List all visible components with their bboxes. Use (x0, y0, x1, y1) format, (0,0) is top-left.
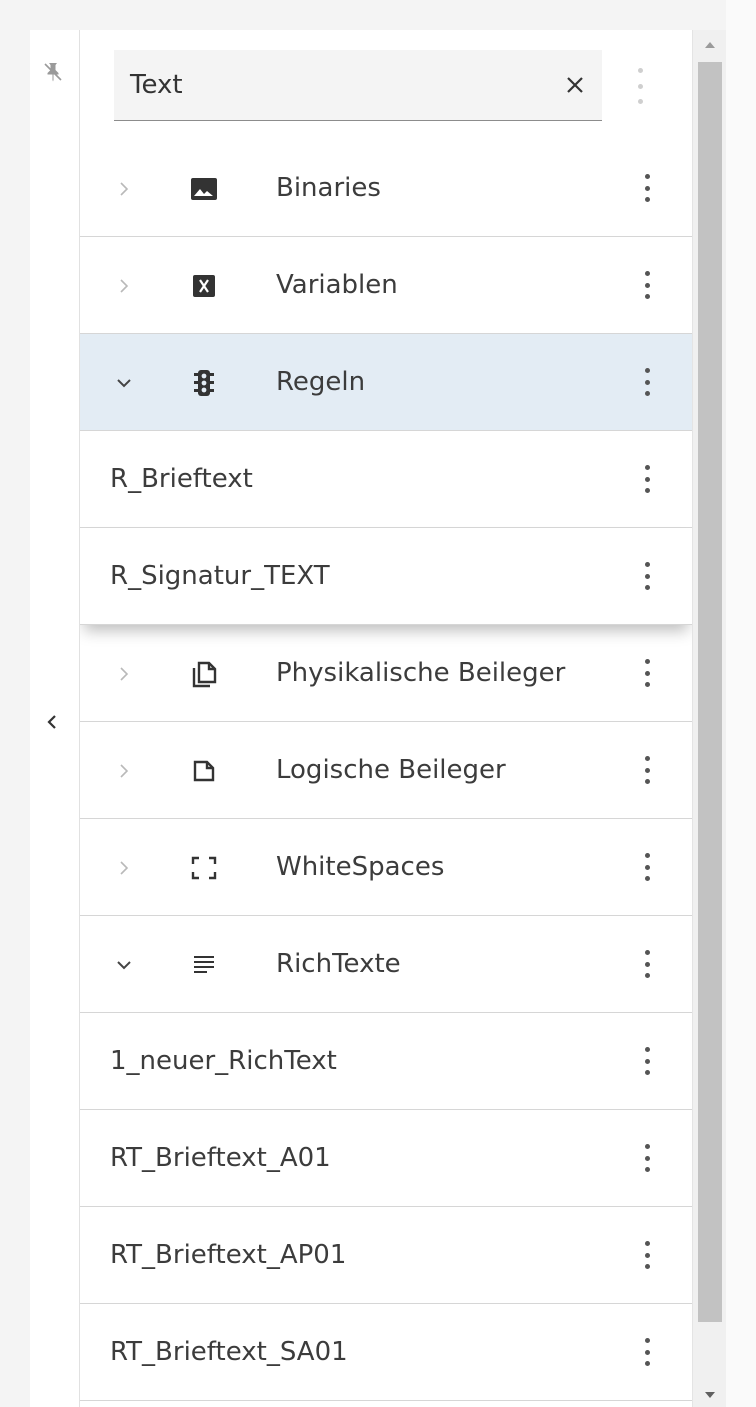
more-options-icon[interactable] (642, 271, 652, 299)
unpin-icon[interactable] (41, 60, 65, 84)
more-options-icon[interactable] (642, 562, 652, 590)
tree-child-label: 1_neuer_RichText (110, 1046, 337, 1076)
more-options-icon[interactable] (642, 1241, 652, 1269)
more-options-icon[interactable] (642, 1047, 652, 1075)
tree-child-item[interactable]: RT_Brieftext_AP01 (80, 1207, 692, 1304)
chevron-right-icon[interactable] (114, 625, 134, 722)
tree-child-label: RT_Brieftext_A01 (110, 1143, 331, 1173)
more-options-icon[interactable] (642, 368, 652, 396)
variable-icon (188, 237, 220, 334)
chevron-right-icon[interactable] (114, 819, 134, 916)
tree-child-label: RT_Brieftext_AP01 (110, 1240, 347, 1270)
navigation-panel: Text Binaries Variablen Regeln R_Brieftext R… (30, 30, 727, 1407)
chevron-right-icon[interactable] (114, 722, 134, 819)
tree-item[interactable]: Variablen (80, 237, 692, 334)
more-options-icon[interactable] (642, 465, 652, 493)
text-lines-icon (188, 916, 220, 1013)
search-input[interactable]: Text (130, 50, 183, 120)
tree-child-item[interactable]: R_Brieftext (80, 431, 692, 528)
tree-item[interactable]: WhiteSpaces (80, 819, 692, 916)
more-options-icon[interactable] (642, 1144, 652, 1172)
document-icon (188, 722, 220, 819)
copy-document-icon (188, 625, 220, 722)
chevron-right-icon[interactable] (114, 237, 134, 334)
chevron-right-icon[interactable] (114, 140, 134, 237)
scrollbar-thumb[interactable] (698, 62, 722, 1322)
image-icon (188, 140, 220, 237)
tree-child-item[interactable]: R_Signatur_TEXT (80, 528, 692, 625)
more-options-icon[interactable] (642, 950, 652, 978)
search-more-icon[interactable] (635, 68, 645, 104)
tree-child-item[interactable]: RT_Brieftext_A01 (80, 1110, 692, 1207)
tree-item-label: Variablen (276, 270, 398, 300)
tree-child-label: RT_Brieftext_SA01 (110, 1337, 348, 1367)
more-options-icon[interactable] (642, 659, 652, 687)
more-options-icon[interactable] (642, 174, 652, 202)
tree-item-label: WhiteSpaces (276, 852, 445, 882)
scrollbar[interactable] (692, 30, 727, 1407)
tree-item[interactable]: Logische Beileger (80, 722, 692, 819)
tree-item-label: Physikalische Beileger (276, 658, 566, 688)
tree-content: Text Binaries Variablen Regeln R_Brieftext R… (80, 30, 692, 1407)
side-rail (30, 30, 80, 1407)
traffic-light-icon (188, 334, 220, 431)
tree-child-item[interactable]: 1_neuer_RichText (80, 1013, 692, 1110)
search-field[interactable]: Text (114, 50, 602, 121)
tree-item-label: RichTexte (276, 949, 401, 979)
tree-item[interactable]: Binaries (80, 140, 692, 237)
chevron-down-icon[interactable] (114, 334, 134, 431)
tree-child-label: R_Signatur_TEXT (110, 561, 330, 591)
tree-child-label: R_Brieftext (110, 464, 253, 494)
more-options-icon[interactable] (642, 1338, 652, 1366)
scroll-down-icon[interactable] (704, 1390, 716, 1400)
tree-list: Binaries Variablen Regeln R_Brieftext R_Sign… (80, 140, 692, 1401)
tree-item[interactable]: Regeln (80, 334, 692, 431)
more-options-icon[interactable] (642, 756, 652, 784)
right-edge (726, 0, 756, 1407)
collapse-panel-icon[interactable] (40, 710, 64, 734)
tree-item-label: Logische Beileger (276, 755, 506, 785)
scroll-up-icon[interactable] (704, 40, 716, 50)
frame-corners-icon (188, 819, 220, 916)
tree-item[interactable]: Physikalische Beileger (80, 625, 692, 722)
tree-item-label: Regeln (276, 367, 366, 397)
tree-child-item[interactable]: RT_Brieftext_SA01 (80, 1304, 692, 1401)
chevron-down-icon[interactable] (114, 916, 134, 1013)
close-icon[interactable] (562, 72, 588, 98)
tree-item[interactable]: RichTexte (80, 916, 692, 1013)
tree-item-label: Binaries (276, 173, 381, 203)
more-options-icon[interactable] (642, 853, 652, 881)
